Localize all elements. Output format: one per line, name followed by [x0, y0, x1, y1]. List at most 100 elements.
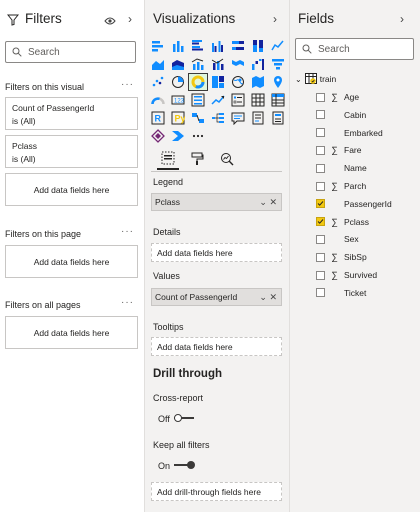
more-options-icon[interactable]: ···: [121, 226, 134, 237]
paginated-report-icon[interactable]: [269, 110, 287, 126]
100pct-column-icon[interactable]: [249, 38, 267, 54]
field-item-passengerid[interactable]: PassengerId: [316, 197, 392, 211]
legend-field-value: Pclass: [155, 197, 181, 207]
field-name: PassengerId: [344, 198, 392, 209]
pie-chart-icon[interactable]: [169, 74, 187, 90]
field-checkbox[interactable]: [316, 288, 325, 298]
field-checkbox[interactable]: [316, 163, 325, 173]
remove-field-controls[interactable]: ⌄ ✕: [259, 197, 277, 208]
field-item-pclass[interactable]: ∑ Pclass: [316, 215, 369, 229]
sigma-icon: ∑: [331, 216, 338, 227]
scatter-icon[interactable]: [149, 74, 167, 90]
analytics-tab[interactable]: [216, 148, 238, 170]
report-filter-dropzone[interactable]: Add data fields here: [5, 316, 138, 349]
more-options-icon[interactable]: ···: [121, 79, 134, 90]
field-item-name[interactable]: Name: [316, 161, 367, 175]
table-visual-icon[interactable]: [249, 92, 267, 108]
azure-map-icon[interactable]: [269, 74, 287, 90]
field-item-parch[interactable]: ∑ Parch: [316, 179, 366, 193]
remove-field-controls[interactable]: ⌄ ✕: [259, 292, 277, 303]
field-item-ticket[interactable]: Ticket: [316, 286, 366, 300]
decomposition-tree-icon[interactable]: [209, 110, 227, 126]
expand-chevron-icon[interactable]: ⌄: [295, 75, 302, 84]
page-filter-dropzone[interactable]: Add data fields here: [5, 245, 138, 278]
clustered-bar-icon[interactable]: [189, 38, 207, 54]
kpi-icon[interactable]: [209, 92, 227, 108]
field-item-cabin[interactable]: Cabin: [316, 108, 366, 122]
visual-filter-dropzone[interactable]: Add data fields here: [5, 173, 138, 206]
area-chart-icon[interactable]: [149, 56, 167, 72]
more-options-icon[interactable]: ···: [121, 297, 134, 308]
toggle-knob: [174, 414, 182, 422]
fields-tab[interactable]: [157, 148, 179, 170]
stacked-area-icon[interactable]: [169, 56, 187, 72]
donut-chart-icon[interactable]: [188, 73, 208, 91]
keep-filters-label: Keep all filters: [153, 440, 210, 450]
treemap-icon[interactable]: [209, 74, 227, 90]
line-chart-icon[interactable]: [269, 38, 287, 54]
legend-field-well[interactable]: Pclass ⌄ ✕: [151, 193, 282, 211]
multi-row-card-icon[interactable]: [189, 92, 207, 108]
filters-on-all-pages-heading: Filters on all pages: [5, 300, 81, 310]
map-icon[interactable]: [229, 74, 247, 90]
values-field-well[interactable]: Count of PassengerId ⌄ ✕: [151, 288, 282, 306]
keep-filters-toggle[interactable]: [174, 459, 196, 471]
filter-card[interactable]: Pclass is (All): [5, 135, 138, 168]
field-item-survived[interactable]: ∑ Survived: [316, 268, 377, 282]
format-tab[interactable]: [186, 148, 208, 170]
field-checkbox[interactable]: [316, 110, 325, 120]
field-item-fare[interactable]: ∑ Fare: [316, 143, 361, 157]
python-visual-icon[interactable]: Py: [169, 110, 187, 126]
tooltips-label: Tooltips: [153, 322, 184, 332]
ribbon-chart-icon[interactable]: [229, 56, 247, 72]
details-dropzone[interactable]: Add data fields here: [151, 243, 282, 262]
funnel-icon[interactable]: [269, 56, 287, 72]
power-automate-icon[interactable]: [169, 128, 187, 144]
cross-report-toggle[interactable]: [174, 412, 196, 424]
field-checkbox[interactable]: [316, 252, 325, 262]
filled-map-icon[interactable]: [249, 74, 267, 90]
field-item-embarked[interactable]: Embarked: [316, 126, 383, 140]
field-checkbox[interactable]: [316, 199, 325, 209]
search-icon: [302, 44, 312, 54]
collapse-fields-chevron-icon[interactable]: ›: [400, 12, 404, 26]
eye-icon[interactable]: [104, 13, 116, 31]
field-checkbox[interactable]: [316, 181, 325, 191]
field-checkbox[interactable]: [316, 128, 325, 138]
sigma-icon: ∑: [331, 252, 338, 263]
line-column-icon[interactable]: [189, 56, 207, 72]
field-checkbox[interactable]: [316, 270, 325, 280]
drill-through-dropzone[interactable]: Add drill-through fields here: [151, 482, 282, 501]
power-apps-icon[interactable]: [149, 128, 167, 144]
smart-narrative-icon[interactable]: [249, 110, 267, 126]
field-checkbox[interactable]: [316, 145, 325, 155]
clustered-column-icon[interactable]: [209, 38, 227, 54]
qna-icon[interactable]: [229, 110, 247, 126]
field-checkbox[interactable]: [316, 92, 325, 102]
fields-search-input[interactable]: Search: [295, 38, 414, 60]
key-influencers-icon[interactable]: [189, 110, 207, 126]
r-script-icon[interactable]: R: [149, 110, 167, 126]
matrix-icon[interactable]: [269, 92, 287, 108]
table-node-train[interactable]: ⌄ train: [295, 72, 336, 86]
stacked-column-icon[interactable]: [169, 38, 187, 54]
tooltips-dropzone[interactable]: Add data fields here: [151, 337, 282, 356]
collapse-filters-chevron-icon[interactable]: ›: [128, 12, 132, 26]
svg-text:123: 123: [174, 99, 185, 105]
stacked-bar-icon[interactable]: [149, 38, 167, 54]
field-checkbox[interactable]: [316, 234, 325, 244]
filters-search-input[interactable]: Search: [5, 41, 136, 63]
filter-card[interactable]: Count of PassengerId is (All): [5, 97, 138, 130]
slicer-icon[interactable]: [229, 92, 247, 108]
card-icon[interactable]: 123: [169, 92, 187, 108]
field-item-sex[interactable]: Sex: [316, 232, 359, 246]
waterfall-icon[interactable]: [249, 56, 267, 72]
collapse-visualizations-chevron-icon[interactable]: ›: [273, 12, 277, 26]
field-checkbox[interactable]: [316, 217, 325, 227]
line-stacked-column-icon[interactable]: [209, 56, 227, 72]
100pct-bar-icon[interactable]: [229, 38, 247, 54]
field-item-age[interactable]: ∑ Age: [316, 90, 359, 104]
more-visuals-icon[interactable]: [189, 128, 207, 144]
gauge-icon[interactable]: [149, 92, 167, 108]
field-item-sibsp[interactable]: ∑ SibSp: [316, 250, 367, 264]
